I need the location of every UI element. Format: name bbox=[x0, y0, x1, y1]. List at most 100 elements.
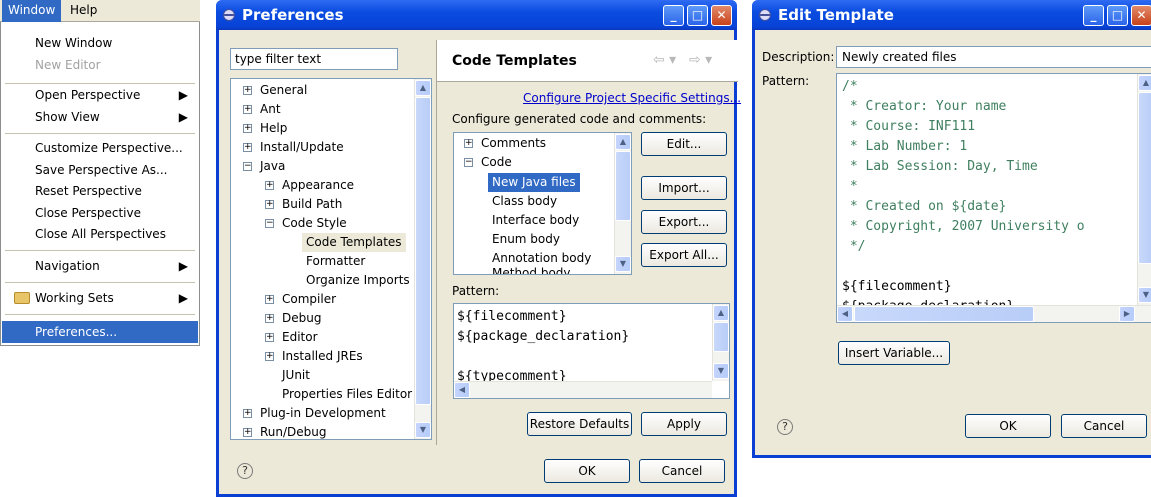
tree-item-junit[interactable]: JUnit bbox=[282, 366, 310, 385]
minimize-button[interactable]: _ bbox=[663, 5, 684, 26]
tree-item-appearance[interactable]: + Appearance bbox=[265, 176, 354, 195]
templates-scrollbar[interactable]: ▲ ▼ bbox=[614, 133, 631, 274]
back-arrow-icon[interactable]: ⇦ ▾ bbox=[653, 52, 676, 68]
tree-item-code[interactable]: − Code bbox=[464, 153, 512, 172]
expand-icon[interactable]: + bbox=[243, 105, 252, 114]
pattern-v-scrollbar[interactable]: ▲ ▼ bbox=[1137, 74, 1151, 305]
maximize-button[interactable]: □ bbox=[1107, 5, 1128, 26]
scroll-thumb[interactable] bbox=[713, 322, 729, 352]
ok-button[interactable]: OK bbox=[544, 459, 630, 483]
collapse-icon[interactable]: − bbox=[243, 162, 252, 171]
menu-item-show-view[interactable]: Show View ▶ bbox=[2, 106, 198, 128]
expand-icon[interactable]: + bbox=[243, 409, 252, 418]
menu-item-preferences[interactable]: Preferences... bbox=[2, 321, 198, 343]
help-icon[interactable]: ? bbox=[777, 419, 793, 435]
tree-item-help[interactable]: + Help bbox=[243, 119, 287, 138]
menu-help[interactable]: Help bbox=[64, 0, 103, 22]
forward-arrow-icon[interactable]: ⇨ ▾ bbox=[689, 52, 712, 68]
scroll-up-icon[interactable]: ▲ bbox=[1138, 75, 1151, 91]
menu-item-open-perspective[interactable]: Open Perspective ▶ bbox=[2, 84, 198, 106]
tree-item-organize-imports[interactable]: Organize Imports bbox=[306, 271, 410, 290]
tree-item-run-debug[interactable]: + Run/Debug bbox=[243, 423, 327, 439]
menu-item-navigation[interactable]: Navigation ▶ bbox=[2, 255, 198, 277]
tree-scrollbar[interactable]: ▲ ▼ bbox=[414, 79, 431, 439]
tree-item-install-update[interactable]: + Install/Update bbox=[243, 138, 344, 157]
menu-item-save-perspective-as[interactable]: Save Perspective As... bbox=[2, 159, 198, 181]
tree-item-formatter[interactable]: Formatter bbox=[306, 252, 365, 271]
menu-item-working-sets[interactable]: Working Sets ▶ bbox=[2, 287, 198, 309]
expand-icon[interactable]: + bbox=[265, 181, 274, 190]
tree-item-new-java-files[interactable]: New Java files bbox=[488, 173, 580, 192]
tree-item-compiler[interactable]: + Compiler bbox=[265, 290, 336, 309]
maximize-button[interactable]: □ bbox=[687, 5, 708, 26]
collapse-icon[interactable]: − bbox=[265, 219, 274, 228]
menu-item-close-perspective[interactable]: Close Perspective bbox=[2, 202, 198, 224]
menu-window[interactable]: Window bbox=[2, 0, 62, 22]
tree-item-method-body[interactable]: Method body bbox=[492, 267, 571, 274]
import-button[interactable]: Import... bbox=[641, 176, 727, 200]
tree-item-plugin-development[interactable]: + Plug-in Development bbox=[243, 404, 386, 423]
scroll-thumb[interactable] bbox=[615, 151, 631, 221]
scroll-down-icon[interactable]: ▼ bbox=[713, 363, 729, 379]
insert-variable-button[interactable]: Insert Variable... bbox=[838, 341, 950, 365]
description-input[interactable]: Newly created files bbox=[836, 46, 1151, 68]
scroll-down-icon[interactable]: ▼ bbox=[1138, 287, 1151, 303]
expand-icon[interactable]: + bbox=[243, 143, 252, 152]
scroll-thumb[interactable] bbox=[415, 97, 431, 405]
export-all-button[interactable]: Export All... bbox=[641, 243, 727, 267]
scroll-left-icon[interactable]: ◀ bbox=[454, 382, 470, 398]
menu-item-new-window[interactable]: New Window bbox=[2, 32, 198, 54]
scroll-left-icon[interactable]: ◀ bbox=[837, 306, 853, 322]
export-button[interactable]: Export... bbox=[641, 210, 727, 234]
pattern-v-scrollbar[interactable]: ▲ ▼ bbox=[712, 304, 729, 381]
menu-item-customize-perspective[interactable]: Customize Perspective... bbox=[2, 137, 198, 159]
scroll-down-icon[interactable]: ▼ bbox=[415, 422, 431, 438]
scroll-thumb[interactable] bbox=[1138, 92, 1151, 264]
cancel-button[interactable]: Cancel bbox=[639, 459, 725, 483]
expand-icon[interactable]: + bbox=[265, 295, 274, 304]
expand-icon[interactable]: + bbox=[243, 428, 252, 437]
tree-item-comments[interactable]: + Comments bbox=[464, 134, 546, 153]
expand-icon[interactable]: + bbox=[265, 333, 274, 342]
scroll-up-icon[interactable]: ▲ bbox=[713, 305, 729, 321]
minimize-button[interactable]: _ bbox=[1083, 5, 1104, 26]
close-button[interactable]: ✕ bbox=[711, 5, 732, 26]
tree-item-java[interactable]: − Java bbox=[243, 157, 285, 176]
pattern-h-scrollbar[interactable]: ◀ bbox=[454, 381, 712, 398]
tree-item-annotation-body[interactable]: Annotation body bbox=[492, 249, 591, 268]
pattern-h-scrollbar[interactable]: ◀ ▶ bbox=[837, 305, 1151, 322]
cancel-button[interactable]: Cancel bbox=[1061, 414, 1147, 438]
expand-icon[interactable]: + bbox=[243, 86, 252, 95]
expand-icon[interactable]: + bbox=[265, 352, 274, 361]
menu-item-new-editor[interactable]: New Editor bbox=[2, 54, 198, 76]
pattern-editor[interactable]: /* * Creator: Your name * Course: INF111… bbox=[836, 73, 1151, 323]
menu-item-reset-perspective[interactable]: Reset Perspective bbox=[2, 180, 198, 202]
tree-item-installed-jres[interactable]: + Installed JREs bbox=[265, 347, 363, 366]
tree-item-general[interactable]: + General bbox=[243, 81, 307, 100]
apply-button[interactable]: Apply bbox=[641, 412, 727, 436]
filter-input[interactable]: type filter text bbox=[230, 48, 398, 70]
tree-item-interface-body[interactable]: Interface body bbox=[492, 211, 579, 230]
expand-icon[interactable]: + bbox=[464, 139, 473, 148]
ok-button[interactable]: OK bbox=[965, 414, 1051, 438]
help-icon[interactable]: ? bbox=[237, 463, 253, 479]
scroll-down-icon[interactable]: ▼ bbox=[615, 256, 631, 272]
close-button[interactable]: ✕ bbox=[1131, 5, 1151, 26]
edit-button[interactable]: Edit... bbox=[641, 132, 727, 156]
menu-item-close-all-perspectives[interactable]: Close All Perspectives bbox=[2, 223, 198, 245]
scroll-thumb[interactable] bbox=[854, 306, 1034, 322]
scroll-up-icon[interactable]: ▲ bbox=[615, 134, 631, 150]
expand-icon[interactable]: + bbox=[265, 200, 274, 209]
scroll-up-icon[interactable]: ▲ bbox=[415, 80, 431, 96]
tree-item-debug[interactable]: + Debug bbox=[265, 309, 321, 328]
project-settings-link[interactable]: Configure Project Specific Settings... bbox=[523, 91, 741, 105]
tree-item-code-templates[interactable]: Code Templates bbox=[302, 233, 406, 252]
tree-item-properties-files-editor[interactable]: Properties Files Editor bbox=[282, 385, 412, 404]
tree-item-class-body[interactable]: Class body bbox=[492, 192, 557, 211]
expand-icon[interactable]: + bbox=[265, 314, 274, 323]
expand-icon[interactable]: + bbox=[243, 124, 252, 133]
scroll-right-icon[interactable]: ▶ bbox=[1119, 306, 1135, 322]
collapse-icon[interactable]: − bbox=[464, 158, 473, 167]
tree-item-build-path[interactable]: + Build Path bbox=[265, 195, 342, 214]
tree-item-code-style[interactable]: − Code Style bbox=[265, 214, 347, 233]
